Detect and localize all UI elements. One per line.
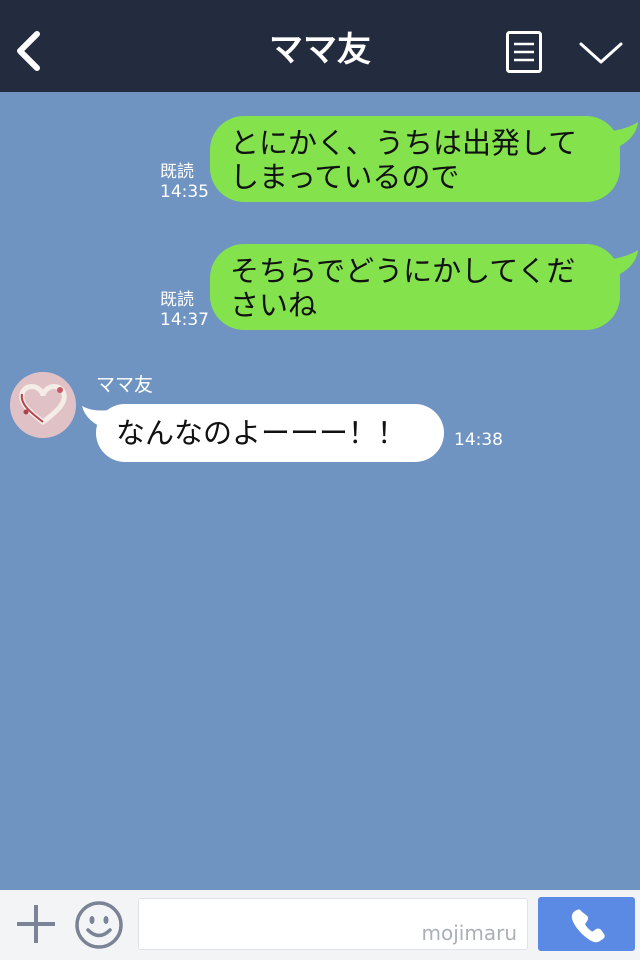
- emoji-button[interactable]: [74, 900, 124, 950]
- plus-icon: [17, 905, 55, 943]
- message-text-line: さいね: [230, 288, 318, 322]
- message-text-line: とにかく、うちは出発して: [230, 126, 578, 160]
- avatar[interactable]: [10, 372, 76, 438]
- message-bubble-outgoing[interactable]: そちらでどうにかしてくだ さいね: [210, 244, 620, 330]
- input-bar: mojimaru: [0, 890, 640, 960]
- menu-button[interactable]: [506, 31, 542, 73]
- chevron-left-icon: [17, 31, 40, 71]
- message-text-line: なんなのよーーー！！: [116, 416, 407, 450]
- chat-area[interactable]: とにかく、うちは出発して しまっているので 既読 14:35 そちらでどうにかし…: [0, 92, 640, 890]
- message-text-line: しまっているので: [230, 160, 460, 194]
- sender-name: ママ友: [96, 374, 154, 396]
- chevron-down-icon: [579, 42, 623, 64]
- message-time: 14:38: [454, 430, 503, 450]
- chat-title: ママ友: [269, 30, 371, 70]
- smiley-icon: [75, 901, 123, 949]
- message-input[interactable]: mojimaru: [138, 898, 528, 950]
- message-text-line: そちらでどうにかしてくだ: [230, 254, 576, 288]
- list-icon: [506, 31, 542, 73]
- read-receipt: 既読: [160, 162, 194, 182]
- watermark-text: mojimaru: [421, 921, 517, 945]
- chat-header: ママ友: [0, 0, 640, 92]
- message-bubble-incoming[interactable]: なんなのよーーー！！: [96, 404, 444, 462]
- call-button[interactable]: [538, 897, 635, 951]
- collapse-button[interactable]: [578, 38, 624, 68]
- message-bubble-outgoing[interactable]: とにかく、うちは出発して しまっているので: [210, 116, 620, 202]
- message-time: 14:37: [160, 310, 209, 330]
- message-time: 14:35: [160, 182, 209, 202]
- read-receipt: 既読: [160, 290, 194, 310]
- plus-button[interactable]: [14, 902, 58, 946]
- back-button[interactable]: [10, 28, 50, 74]
- heart-icon: [10, 372, 76, 438]
- phone-icon: [571, 909, 605, 943]
